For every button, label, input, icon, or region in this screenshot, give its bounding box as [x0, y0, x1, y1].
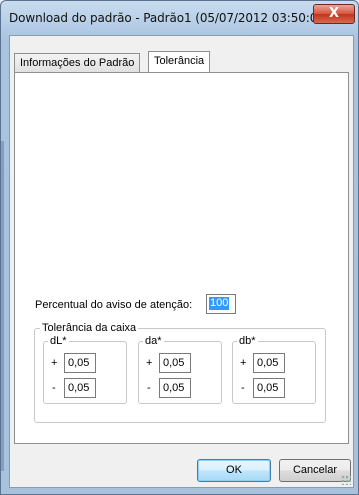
box-tolerance-label: Tolerância da caixa	[40, 322, 139, 334]
dl-label: dL*	[48, 335, 69, 347]
dl-minus-sign: -	[52, 382, 56, 394]
box-tolerance-groupbox: Tolerância da caixa dL* + 0,05 - 0,05 da…	[34, 322, 326, 423]
tab-tolerancia[interactable]: Tolerância	[148, 51, 211, 72]
warning-percent-input[interactable]: 100	[206, 294, 236, 314]
warning-percent-value: 100	[209, 297, 230, 310]
tolerancia-tab-page: Percentual do aviso de atenção: 100 Tole…	[14, 72, 349, 444]
da-plus-field[interactable]: 0,05	[159, 353, 191, 373]
da-plus-value: 0,05	[163, 357, 185, 369]
da-groupbox: da* + 0,05 - 0,05	[138, 335, 222, 404]
db-plus-sign: +	[240, 357, 247, 369]
dl-groupbox: dL* + 0,05 - 0,05	[43, 335, 127, 404]
dl-plus-field[interactable]: 0,05	[64, 353, 96, 373]
db-groupbox: db* + 0,05 - 0,05	[232, 335, 316, 404]
da-plus-sign: +	[146, 357, 153, 369]
db-minus-sign: -	[241, 382, 245, 394]
da-minus-field[interactable]: 0,05	[159, 378, 191, 398]
db-minus-field[interactable]: 0,05	[253, 378, 285, 398]
close-button[interactable]: X	[313, 4, 355, 24]
db-minus-value: 0,05	[257, 382, 279, 394]
resize-grip[interactable]	[341, 475, 351, 485]
dialog-client-area: Informações do Padrão Tolerância Percent…	[9, 35, 354, 488]
tab-informacoes-do-padrao[interactable]: Informações do Padrão	[14, 53, 141, 72]
warning-percent-label: Percentual do aviso de atenção:	[35, 299, 193, 311]
dl-minus-field[interactable]: 0,05	[64, 378, 96, 398]
dialog-window: Download do padrão - Padrão1 (05/07/2012…	[0, 0, 359, 495]
close-icon: X	[328, 6, 340, 21]
title-bar[interactable]: Download do padrão - Padrão1 (05/07/2012…	[1, 1, 358, 35]
db-plus-value: 0,05	[257, 357, 279, 369]
da-minus-value: 0,05	[163, 382, 185, 394]
ok-button[interactable]: OK	[197, 459, 271, 482]
dl-plus-sign: +	[51, 357, 58, 369]
da-minus-sign: -	[147, 382, 151, 394]
dl-minus-value: 0,05	[68, 382, 90, 394]
frame-accent	[1, 141, 4, 471]
da-label: da*	[143, 335, 164, 347]
db-plus-field[interactable]: 0,05	[253, 353, 285, 373]
window-title: Download do padrão - Padrão1 (05/07/2012…	[9, 11, 330, 25]
db-label: db*	[237, 335, 258, 347]
dl-plus-value: 0,05	[68, 357, 90, 369]
